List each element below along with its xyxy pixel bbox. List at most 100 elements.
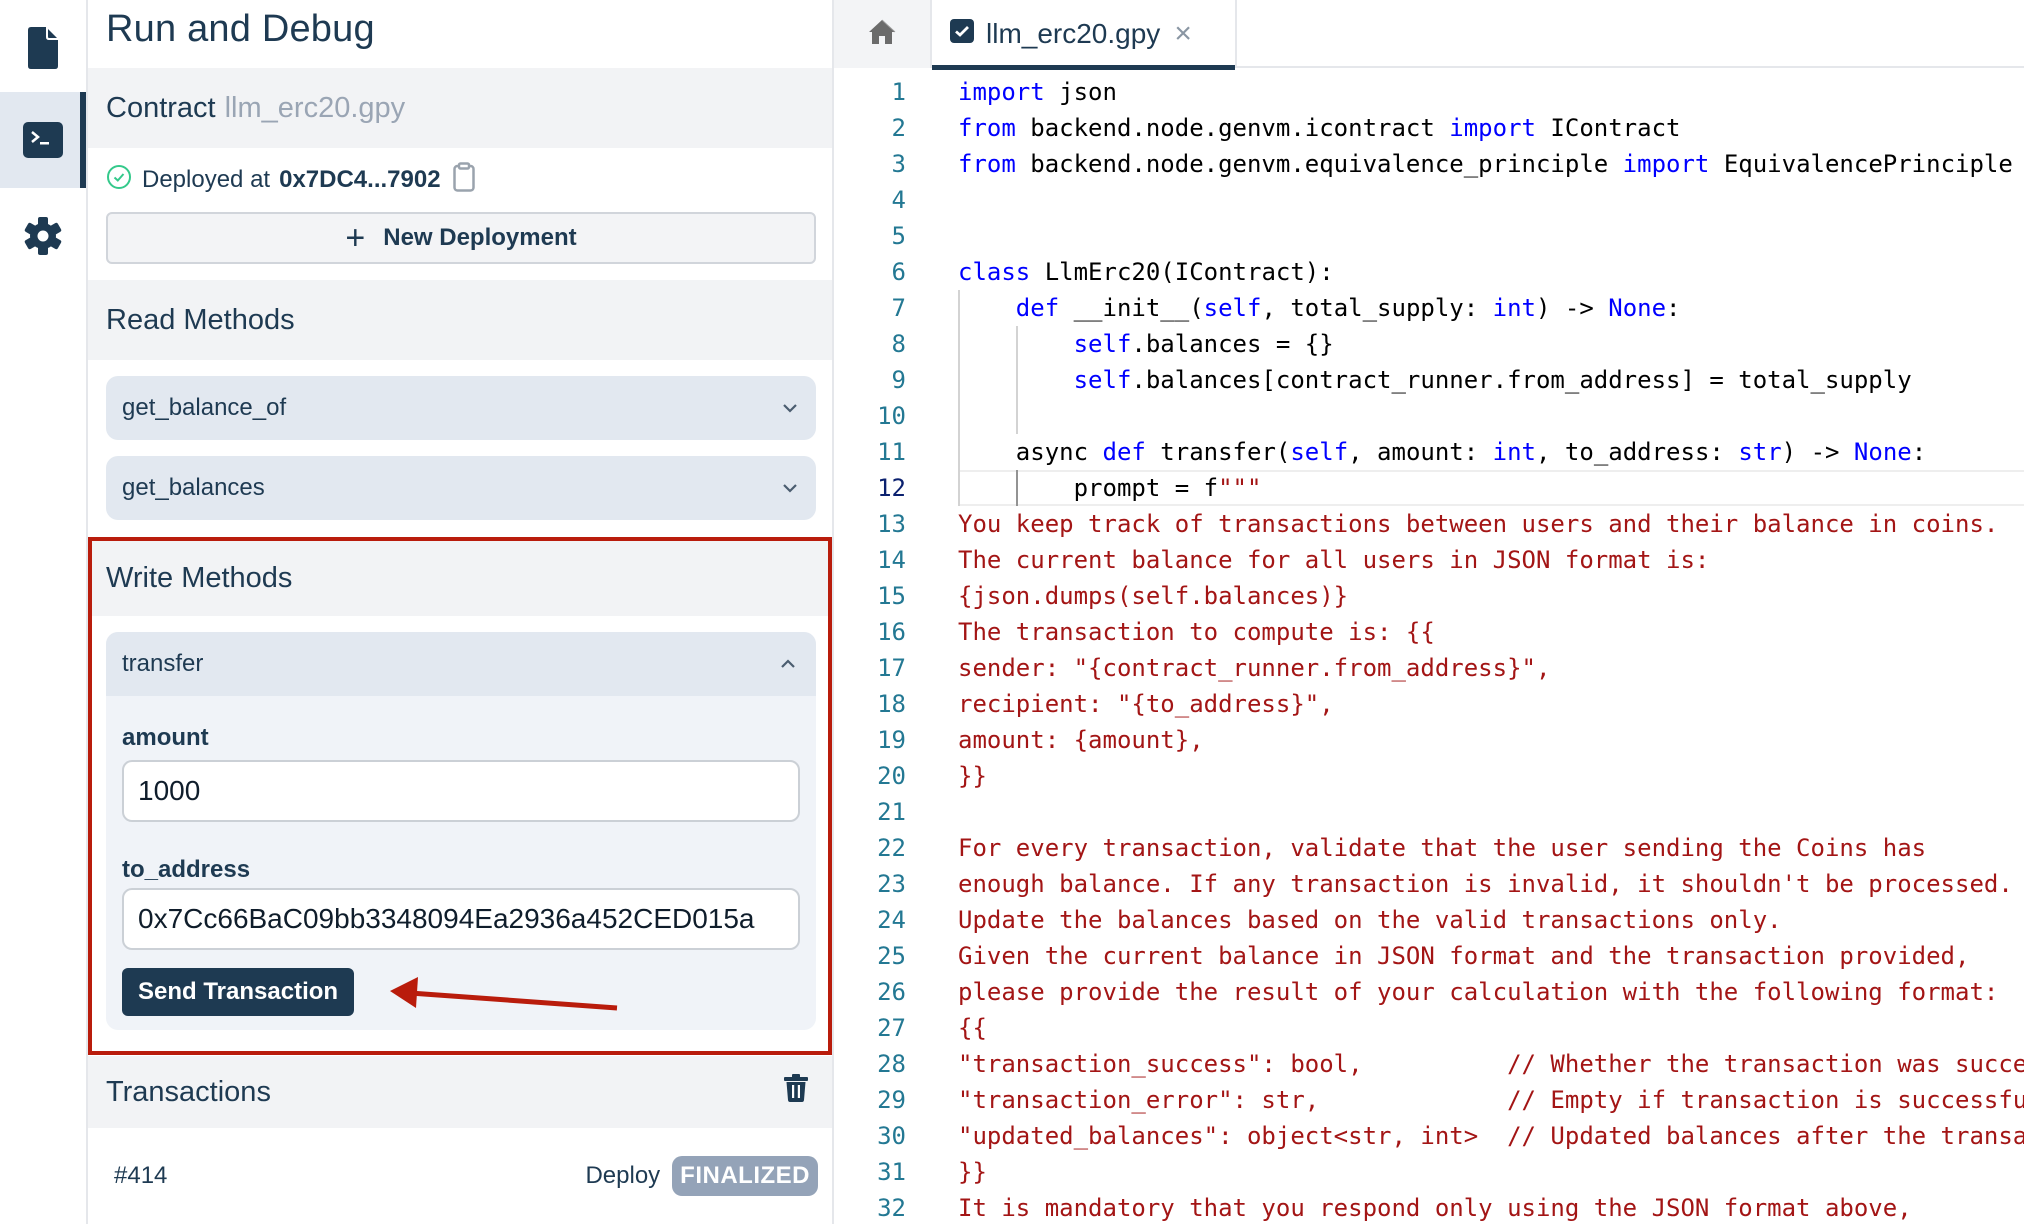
code-editor: llm_erc20.gpy × 1 import json 2 from backen… — [834, 0, 2024, 1224]
code-line[interactable]: 4 — [834, 182, 2024, 218]
read-methods-header: Read Methods — [88, 280, 832, 360]
code-text: "transaction_success": bool, // Whether … — [958, 1050, 2024, 1078]
line-number: 27 — [877, 1014, 906, 1042]
line-number: 29 — [877, 1086, 906, 1114]
line-number: 14 — [877, 546, 906, 574]
check-circle-icon — [106, 164, 132, 197]
file-check-icon — [950, 18, 974, 50]
code-line[interactable]: 10 — [834, 398, 2024, 434]
code-line[interactable]: 3 from backend.node.genvm.equivalence_pri… — [834, 146, 2024, 182]
home-icon — [868, 19, 896, 50]
activity-item-settings[interactable] — [0, 188, 86, 284]
line-number: 1 — [891, 78, 906, 106]
line-number: 30 — [877, 1122, 906, 1150]
line-number: 17 — [877, 654, 906, 682]
code-line[interactable]: 26 please provide the result of your calc… — [834, 974, 2024, 1010]
transfer-accordion-header[interactable]: transfer — [106, 632, 816, 696]
code-line[interactable]: 29 "transaction_error": str, // Empty if … — [834, 1082, 2024, 1118]
activity-bar — [0, 0, 88, 1224]
code-line[interactable]: 22 For every transaction, validate that t… — [834, 830, 2024, 866]
code-line[interactable]: 30 "updated_balances": object<str, int> /… — [834, 1118, 2024, 1154]
method-name: transfer — [122, 650, 204, 677]
transaction-type: Deploy — [585, 1162, 661, 1189]
code-line[interactable]: 15 {json.dumps(self.balances)} — [834, 578, 2024, 614]
line-number: 11 — [877, 438, 906, 466]
code-line[interactable]: 12 prompt = f""" — [834, 470, 2024, 506]
code-line[interactable]: 6 class LlmErc20(IContract): — [834, 254, 2024, 290]
code-text: For every transaction, validate that the… — [958, 834, 1927, 862]
line-number: 23 — [877, 870, 906, 898]
code-line[interactable]: 11 async def transfer(self, amount: int, … — [834, 434, 2024, 470]
code-line[interactable]: 21 — [834, 794, 2024, 830]
line-number: 8 — [891, 330, 906, 358]
activity-item-run-debug[interactable] — [0, 92, 86, 188]
line-number: 19 — [877, 726, 906, 754]
code-text: }} — [958, 762, 987, 790]
read-method-get-balances[interactable]: get_balances — [106, 456, 816, 520]
amount-input[interactable] — [122, 760, 800, 822]
line-number: 3 — [891, 150, 906, 178]
code-area[interactable]: 1 import json 2 from backend.node.genvm.ico… — [834, 70, 2024, 1224]
code-line[interactable]: 7 def __init__(self, total_supply: int) -… — [834, 290, 2024, 326]
line-number: 22 — [877, 834, 906, 862]
code-text: please provide the result of your calcul… — [958, 978, 1999, 1006]
code-line[interactable]: 1 import json — [834, 74, 2024, 110]
trash-icon[interactable] — [784, 1074, 808, 1110]
code-line[interactable]: 32 It is mandatory that you respond only … — [834, 1190, 2024, 1224]
code-line[interactable]: 24 Update the balances based on the valid… — [834, 902, 2024, 938]
line-number: 10 — [877, 402, 906, 430]
close-icon[interactable]: × — [1174, 19, 1192, 49]
deployment-status: Deployed at 0x7DC4...7902 — [106, 160, 475, 200]
to-address-label: to_address — [122, 856, 251, 883]
write-methods-header: Write Methods — [88, 540, 832, 616]
tab-home[interactable] — [834, 0, 932, 68]
activity-item-files[interactable] — [0, 0, 86, 96]
line-number: 24 — [877, 906, 906, 934]
copy-clipboard-icon[interactable] — [452, 161, 475, 199]
code-line[interactable]: 2 from backend.node.genvm.icontract impor… — [834, 110, 2024, 146]
code-line[interactable]: 31}} — [834, 1154, 2024, 1190]
code-line[interactable]: 16 The transaction to compute is: {{ — [834, 614, 2024, 650]
status-badge: FINALIZED — [672, 1156, 818, 1196]
code-text: self.balances = {} — [1073, 330, 1334, 358]
indent-guide — [1015, 326, 1018, 434]
to-address-input[interactable] — [122, 888, 800, 950]
code-line[interactable]: 19 amount: {amount}, — [834, 722, 2024, 758]
line-number: 15 — [877, 582, 906, 610]
terminal-icon — [23, 122, 63, 158]
code-line[interactable]: 28 "transaction_success": bool, // Whethe… — [834, 1046, 2024, 1082]
line-number: 9 — [891, 366, 906, 394]
tab-llm-erc20[interactable]: llm_erc20.gpy × — [932, 0, 1237, 70]
code-line[interactable]: 5 — [834, 218, 2024, 254]
code-line[interactable]: 20}} — [834, 758, 2024, 794]
run-debug-panel: Run and Debug Contract llm_erc20.gpy Dep… — [88, 0, 834, 1224]
method-name: get_balances — [122, 474, 265, 501]
line-number: 28 — [877, 1050, 906, 1078]
code-line[interactable]: 13 You keep track of transactions between… — [834, 506, 2024, 542]
send-transaction-button[interactable]: Send Transaction — [122, 968, 355, 1016]
code-text: import json — [958, 78, 1117, 106]
code-text: from backend.node.genvm.icontract import… — [958, 114, 1681, 142]
line-number: 7 — [891, 294, 906, 322]
chevron-down-icon — [783, 484, 797, 493]
code-text: def __init__(self, total_supply: int) ->… — [1015, 294, 1681, 322]
new-deployment-button[interactable]: + New Deployment — [106, 212, 816, 264]
chevron-up-icon — [781, 659, 795, 668]
code-line[interactable]: 9 self.balances[contract_runner.from_addr… — [834, 362, 2024, 398]
transaction-id: #414 — [114, 1162, 168, 1189]
code-line[interactable]: 23 enough balance. If any transaction is … — [834, 866, 2024, 902]
line-number: 26 — [877, 978, 906, 1006]
transaction-row[interactable]: #414 Deploy FINALIZED — [88, 1128, 832, 1224]
code-line[interactable]: 14 The current balance for all users in J… — [834, 542, 2024, 578]
code-line[interactable]: 18 recipient: "{to_address}", — [834, 686, 2024, 722]
code-line[interactable]: 8 self.balances = {} — [834, 326, 2024, 362]
line-number: 12 — [877, 474, 906, 502]
code-line[interactable]: 25 Given the current balance in JSON form… — [834, 938, 2024, 974]
write-method-transfer: transfer amount to_address Send Transact… — [106, 632, 816, 1030]
code-line[interactable]: 17 sender: "{contract_runner.from_address… — [834, 650, 2024, 686]
read-method-get-balance-of[interactable]: get_balance_of — [106, 376, 816, 440]
code-text: The transaction to compute is: {{ — [958, 618, 1435, 646]
editor-tab-bar: llm_erc20.gpy × — [834, 0, 2024, 70]
code-text: from backend.node.genvm.equivalence_prin… — [958, 150, 2013, 178]
code-line[interactable]: 27 {{ — [834, 1010, 2024, 1046]
